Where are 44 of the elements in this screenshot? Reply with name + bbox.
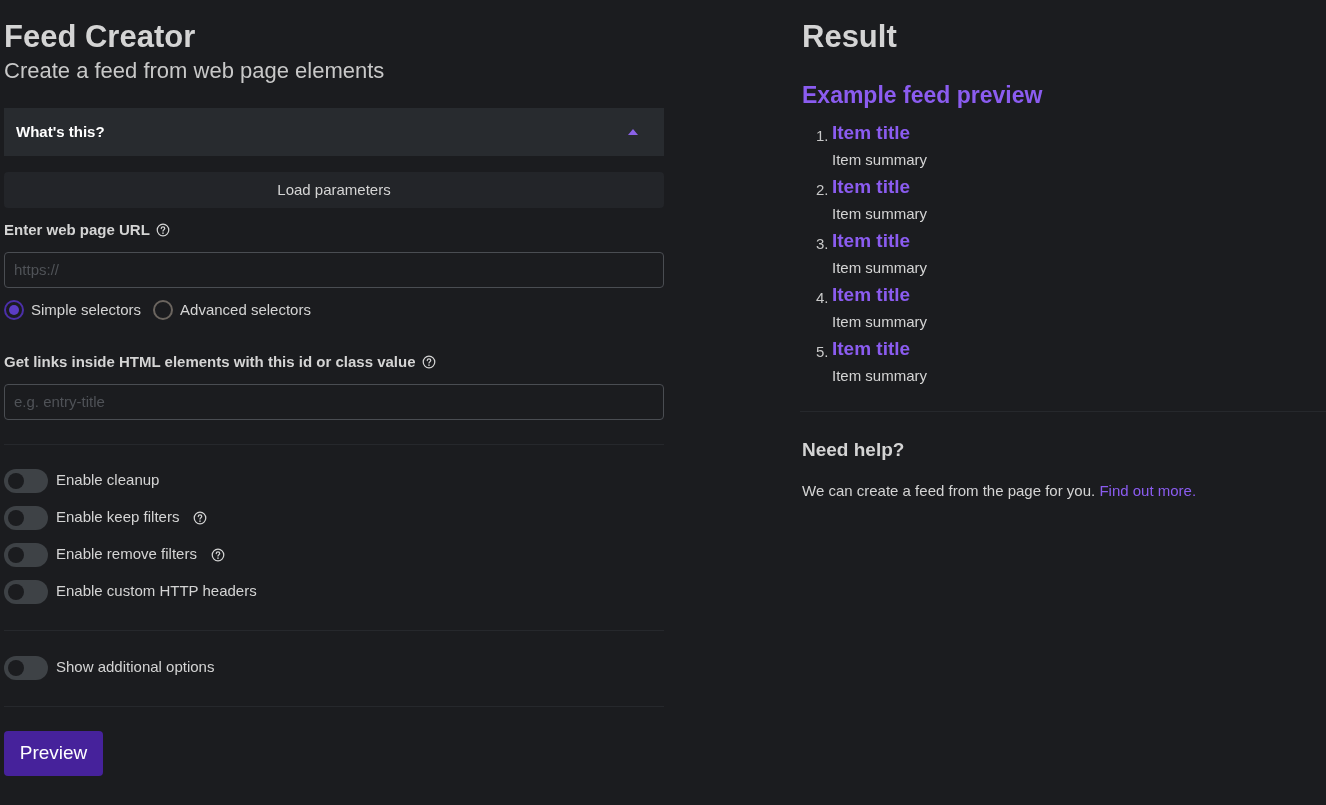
accordion-header[interactable]: What's this? [4,108,664,156]
load-parameters-button[interactable]: Load parameters [4,172,664,208]
toggle-switch[interactable] [4,579,48,604]
preview-button[interactable]: Preview [4,730,103,776]
page-subtitle: Create a feed from web page elements [4,57,386,85]
help-text: We can create a feed from the page for you. [802,482,1096,499]
item-number: 3. [816,233,830,254]
toggle-label: Enable custom HTTP headers [56,581,257,602]
preview-heading: Example feed preview [802,81,1044,110]
toggle-label: Enable cleanup [56,470,160,491]
item-number: 4. [816,287,830,308]
item-number: 2. [816,179,830,200]
item-number: 5. [816,341,830,362]
selector-input-field[interactable]: e.g. entry-title [4,383,664,420]
caret-icon [628,129,638,135]
field-label: Get links inside HTML elements with this id or class value [4,352,416,372]
item-title-link[interactable]: Item title [832,226,927,254]
field-label: Enter web page URL [4,220,150,240]
item-summary: Item summary [832,149,927,170]
toggle-label: Enable keep filters [56,507,180,528]
item-summary: Item summary [832,365,927,386]
item-summary: Item summary [832,311,927,332]
item-summary: Item summary [832,203,927,224]
radio-button[interactable] [4,299,24,320]
toggle-switch[interactable] [4,505,48,530]
item-title-link[interactable]: Item title [832,280,927,308]
radio-label: Simple selectors [31,299,142,320]
help-heading: Need help? [802,437,906,462]
item-title-link[interactable]: Item title [832,172,927,200]
toggle-switch[interactable] [4,468,48,493]
url-input-field[interactable]: https:// [4,251,664,288]
result-title: Result [802,18,898,56]
radio-button[interactable] [153,299,174,320]
toggle-switch[interactable] [4,655,48,680]
toggle-label: Enable remove filters [56,544,197,565]
find-out-more-link[interactable]: Find out more. [1099,482,1197,499]
item-summary: Item summary [832,257,927,278]
item-title-link[interactable]: Item title [832,118,927,146]
item-title-link[interactable]: Item title [832,334,927,362]
page-title: Feed Creator [4,18,197,56]
radio-label: Advanced selectors [180,299,311,320]
toggle-switch[interactable] [4,542,48,567]
item-number: 1. [816,125,830,146]
toggle-label: Show additional options [56,657,215,678]
